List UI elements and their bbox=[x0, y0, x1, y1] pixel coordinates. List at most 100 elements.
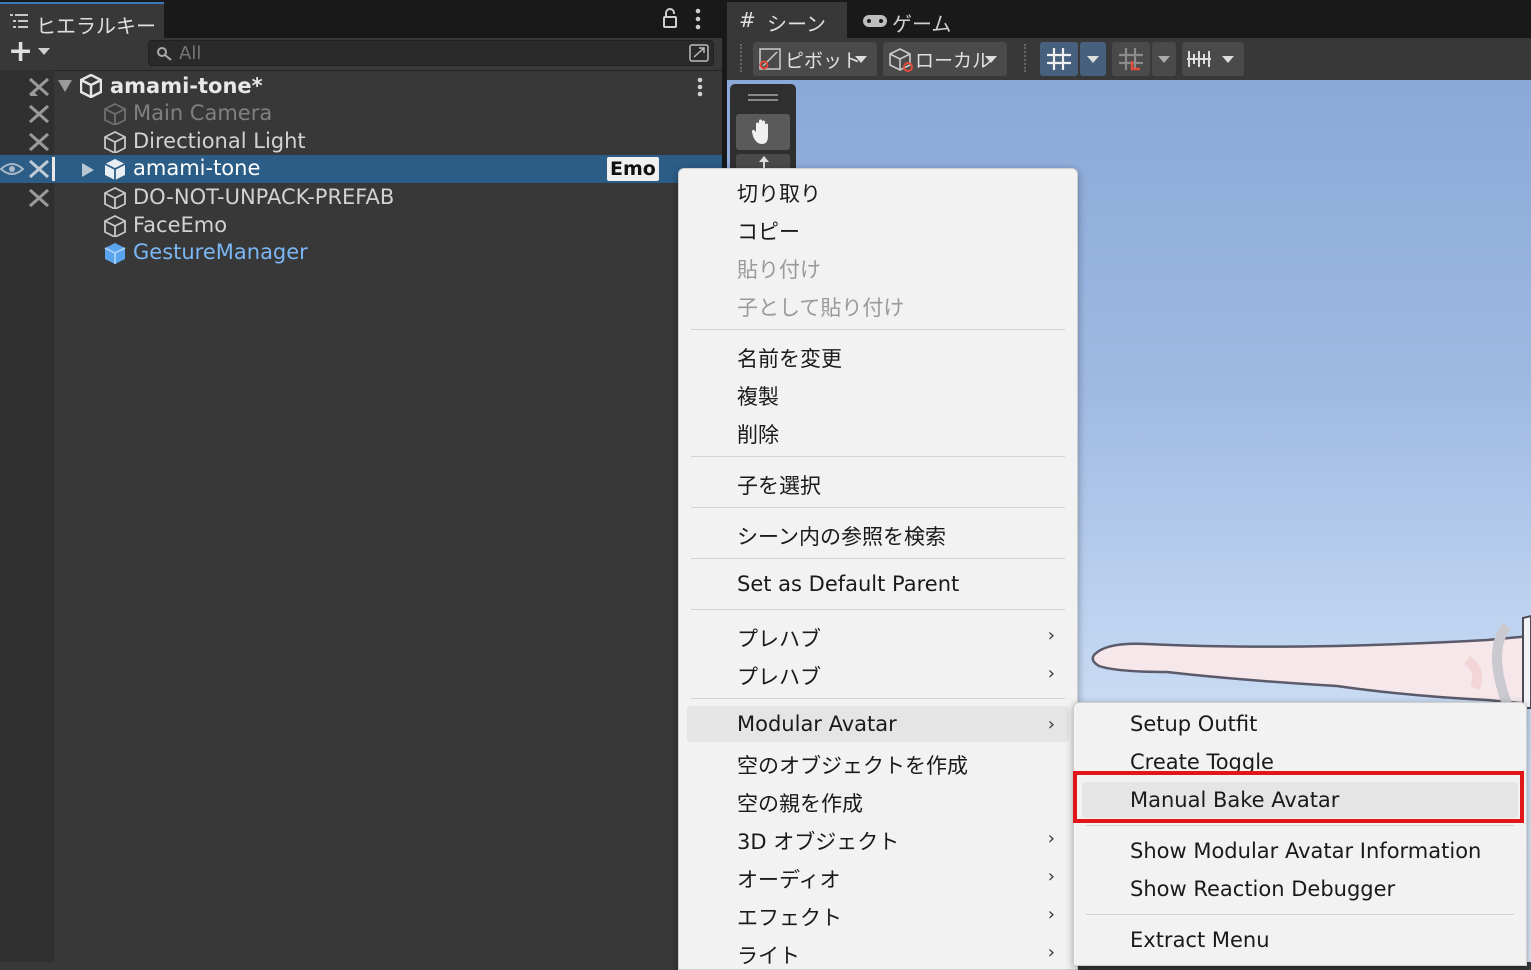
eye-icon[interactable] bbox=[0, 161, 24, 177]
hierarchy-item[interactable]: FaceEmo bbox=[0, 212, 722, 240]
menu-item-label: エフェクト bbox=[737, 906, 842, 930]
menu-item-rename[interactable]: 名前を変更 bbox=[679, 337, 1077, 373]
menu-item-label: Set as Default Parent bbox=[737, 572, 960, 596]
menu-item-light[interactable]: ライト › bbox=[679, 934, 1077, 970]
hash-icon: # bbox=[739, 8, 756, 32]
tab-hierarchy[interactable]: ヒエラルキー bbox=[0, 2, 164, 38]
item-name: DO-NOT-UNPACK-PREFAB bbox=[133, 185, 395, 209]
local-space-icon bbox=[889, 48, 913, 72]
tab-game[interactable]: ゲーム bbox=[850, 2, 980, 38]
menu-item-label: ライト bbox=[737, 944, 800, 968]
pick-disabled-icon[interactable] bbox=[28, 188, 50, 208]
chevron-down-icon bbox=[1158, 56, 1170, 63]
gameobject-icon bbox=[104, 131, 126, 153]
kebab-menu-icon[interactable] bbox=[695, 8, 701, 30]
dropdown-arrow-icon[interactable] bbox=[38, 48, 50, 56]
menu-separator bbox=[691, 558, 1065, 559]
snap-grid-icon bbox=[1119, 48, 1143, 71]
item-name: FaceEmo bbox=[133, 213, 228, 237]
menu-item-label: 空のオブジェクトを作成 bbox=[737, 754, 968, 778]
add-button[interactable]: + bbox=[8, 34, 33, 69]
hierarchy-panel: ヒエラルキー + amami-tone* bbox=[0, 0, 722, 962]
overlay-grip[interactable] bbox=[748, 94, 778, 96]
menu-item-label: オーディオ bbox=[737, 868, 841, 892]
menu-item-paste[interactable]: 貼り付け bbox=[679, 248, 1077, 284]
item-name: Main Camera bbox=[133, 101, 273, 125]
hierarchy-item[interactable]: Main Camera bbox=[0, 100, 722, 128]
toolbar-grip[interactable] bbox=[740, 44, 744, 72]
menu-item-effects[interactable]: エフェクト › bbox=[679, 896, 1077, 932]
list-icon bbox=[10, 14, 28, 28]
scene-tools-overlay bbox=[730, 84, 796, 174]
menu-item-reaction-debugger[interactable]: Show Reaction Debugger bbox=[1074, 871, 1526, 907]
menu-item-label: 子を選択 bbox=[737, 474, 821, 498]
pick-toggle-icon[interactable] bbox=[28, 77, 50, 97]
menu-item-label: 名前を変更 bbox=[737, 347, 842, 371]
menu-item-label: 貼り付け bbox=[737, 258, 821, 282]
highlight-annotation-box bbox=[1073, 771, 1524, 823]
menu-item-modular-avatar[interactable]: Modular Avatar › bbox=[687, 706, 1069, 742]
menu-item-setup-outfit[interactable]: Setup Outfit bbox=[1074, 706, 1526, 742]
gameobject-icon bbox=[104, 103, 126, 125]
hierarchy-item[interactable]: DO-NOT-UNPACK-PREFAB bbox=[0, 184, 722, 212]
pivot-dropdown[interactable]: ピボット bbox=[753, 42, 877, 76]
menu-separator bbox=[691, 609, 1065, 610]
hierarchy-item-selected[interactable]: amami-tone Emo bbox=[0, 155, 722, 183]
search-options-icon[interactable] bbox=[689, 44, 709, 62]
menu-item-paste-as-child[interactable]: 子として貼り付け bbox=[679, 286, 1077, 322]
menu-separator bbox=[691, 507, 1065, 508]
hierarchy-search[interactable] bbox=[148, 40, 714, 66]
menu-item-create-empty-parent[interactable]: 空の親を作成 bbox=[679, 782, 1077, 818]
menu-item-label: Show Reaction Debugger bbox=[1130, 877, 1396, 901]
hierarchy-item[interactable]: GestureManager bbox=[0, 239, 722, 267]
emo-badge[interactable]: Emo bbox=[607, 157, 659, 181]
scene-root-row[interactable]: amami-tone* bbox=[0, 72, 722, 100]
snap-toggle-button[interactable] bbox=[1112, 42, 1150, 76]
menu-item-create-empty[interactable]: 空のオブジェクトを作成 bbox=[679, 744, 1077, 780]
hierarchy-item[interactable]: Directional Light bbox=[0, 128, 722, 156]
pick-disabled-icon[interactable] bbox=[28, 159, 50, 179]
menu-item-extract-menu[interactable]: Extract Menu bbox=[1074, 922, 1526, 958]
menu-item-audio[interactable]: オーディオ › bbox=[679, 858, 1077, 894]
menu-item-3d-object[interactable]: 3D オブジェクト › bbox=[679, 820, 1077, 856]
menu-item-prefab[interactable]: プレハブ › bbox=[679, 655, 1077, 691]
scene-root-name: amami-tone* bbox=[110, 74, 263, 98]
hand-icon bbox=[751, 119, 768, 144]
menu-item-duplicate[interactable]: 複製 bbox=[679, 375, 1077, 411]
grid-dropdown[interactable] bbox=[1080, 42, 1106, 76]
menu-item-select-children[interactable]: 子を選択 bbox=[679, 464, 1077, 500]
expand-down-icon[interactable] bbox=[58, 80, 72, 92]
menu-item-prefab[interactable]: プレハブ › bbox=[679, 617, 1077, 653]
search-icon bbox=[157, 47, 172, 61]
menu-item-cut[interactable]: 切り取り bbox=[679, 172, 1077, 208]
hand-tool-button[interactable] bbox=[736, 114, 790, 150]
lock-icon[interactable] bbox=[662, 8, 678, 28]
menu-item-delete[interactable]: 削除 bbox=[679, 413, 1077, 449]
increment-snap-dropdown[interactable] bbox=[1182, 42, 1244, 76]
menu-item-label: Extract Menu bbox=[1130, 928, 1270, 952]
menu-item-set-default-parent[interactable]: Set as Default Parent bbox=[679, 566, 1077, 602]
local-dropdown[interactable]: ローカル bbox=[883, 42, 1007, 76]
menu-item-show-info[interactable]: Show Modular Avatar Information bbox=[1074, 833, 1526, 869]
scene-kebab-icon[interactable] bbox=[697, 77, 703, 97]
pick-disabled-icon[interactable] bbox=[28, 132, 50, 152]
toolbar-grip[interactable] bbox=[1024, 44, 1028, 72]
search-input[interactable] bbox=[179, 41, 679, 65]
prefab-icon bbox=[104, 243, 126, 264]
selection-marker bbox=[52, 157, 55, 181]
snap-dropdown[interactable] bbox=[1152, 42, 1176, 76]
pick-disabled-icon[interactable] bbox=[28, 104, 50, 124]
prefab-icon bbox=[104, 159, 126, 180]
menu-item-label: シーン内の参照を検索 bbox=[737, 525, 946, 549]
gameobject-icon bbox=[104, 187, 126, 209]
expand-right-icon[interactable] bbox=[82, 163, 94, 177]
pivot-label: ピボット bbox=[785, 50, 862, 72]
menu-item-label: コピー bbox=[737, 220, 800, 244]
menu-item-find-references[interactable]: シーン内の参照を検索 bbox=[679, 515, 1077, 551]
submenu-arrow-icon: › bbox=[1047, 942, 1055, 963]
grid-toggle-button[interactable] bbox=[1040, 42, 1078, 76]
menu-item-label: Modular Avatar bbox=[737, 712, 897, 736]
menu-item-copy[interactable]: コピー bbox=[679, 210, 1077, 246]
tab-scene[interactable]: # シーン bbox=[727, 2, 847, 38]
grid-icon bbox=[1047, 48, 1071, 70]
